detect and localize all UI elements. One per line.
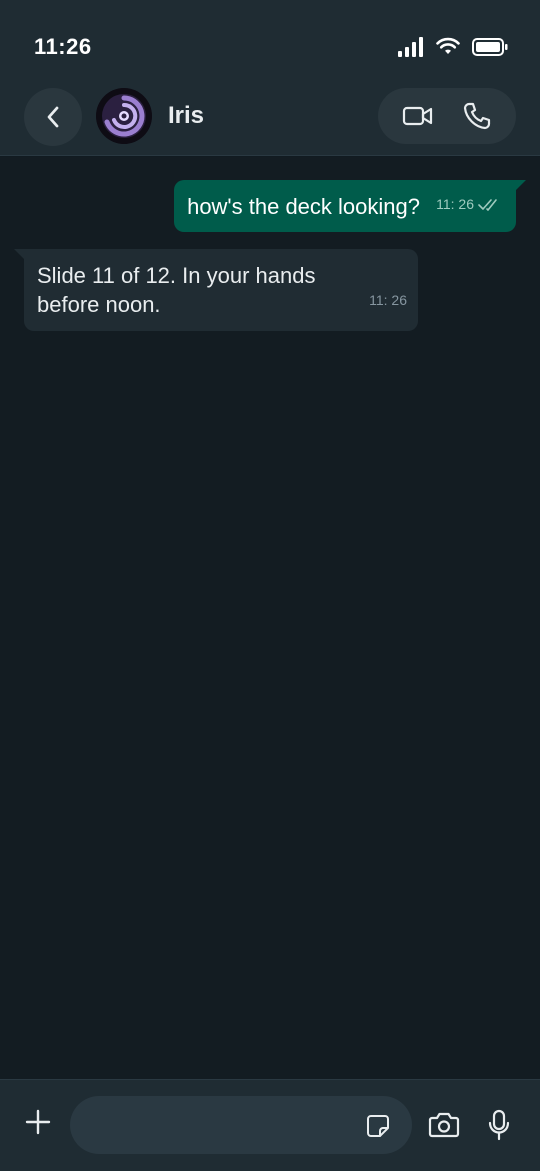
wifi-icon <box>436 37 460 54</box>
message-time: 11: 26 <box>369 292 407 308</box>
voice-call-button[interactable] <box>453 92 501 140</box>
chat-header: Iris <box>0 80 540 156</box>
battery-icon <box>472 38 508 56</box>
chevron-left-icon <box>47 106 59 128</box>
message-list[interactable]: how's the deck looking? 11: 26 Slide 11 … <box>0 157 540 1079</box>
video-call-icon <box>402 106 432 126</box>
plus-icon <box>25 1109 51 1135</box>
sticker-icon <box>367 1115 389 1137</box>
attach-button[interactable] <box>20 1104 56 1140</box>
status-bar: 11:26 <box>0 0 540 80</box>
contact-avatar[interactable] <box>96 88 152 144</box>
contact-name[interactable]: Iris <box>168 102 204 130</box>
message-meta: 11: 26 <box>436 190 502 219</box>
signal-icon <box>398 37 423 57</box>
microphone-button[interactable] <box>484 1106 514 1144</box>
incoming-message[interactable]: Slide 11 of 12. In your hands before noo… <box>14 249 418 331</box>
message-text-line-1: Slide 11 of 12. In your hands <box>37 263 316 288</box>
back-button[interactable] <box>24 88 82 146</box>
microphone-icon <box>488 1109 510 1141</box>
message-text-line-2: before noon. <box>37 292 161 317</box>
message-time: 11: 26 <box>436 196 474 212</box>
message-input[interactable] <box>70 1096 412 1154</box>
status-icons <box>398 36 508 58</box>
purple-swirl-avatar-icon <box>96 88 152 144</box>
chat-screen: 11:26 Iris how's the deck looking? 11: 2… <box>0 0 540 1171</box>
phone-icon <box>463 102 490 130</box>
outgoing-message[interactable]: how's the deck looking? 11: 26 <box>174 180 526 232</box>
sticker-button[interactable] <box>364 1112 392 1140</box>
camera-button[interactable] <box>426 1108 462 1142</box>
video-call-button[interactable] <box>394 92 442 140</box>
message-text: how's the deck looking? <box>187 194 420 219</box>
camera-icon <box>428 1112 460 1138</box>
call-actions <box>378 88 516 144</box>
status-time: 11:26 <box>34 34 92 59</box>
composer-bar <box>0 1079 540 1171</box>
double-check-icon <box>478 198 497 211</box>
